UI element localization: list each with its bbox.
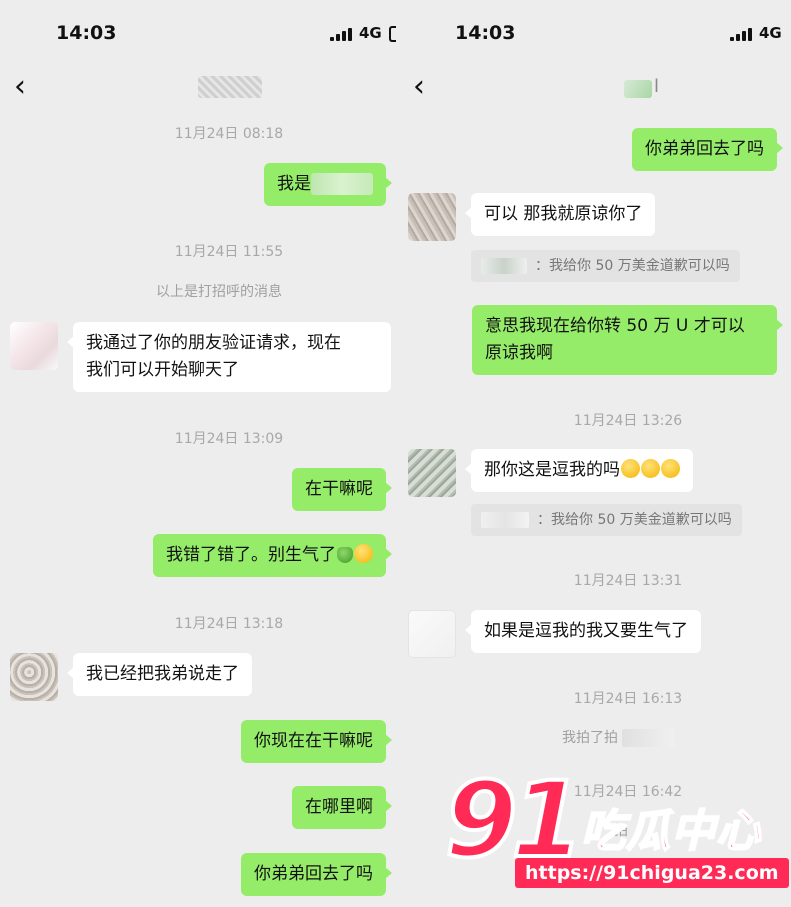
message-bubble-out[interactable]: 你弟弟回去了吗 xyxy=(241,853,392,896)
timestamp: 11月24日 13:26 xyxy=(573,413,683,429)
redacted-name xyxy=(311,173,373,195)
pat-notice: 我拍了拍 xyxy=(562,727,674,747)
message-bubble-out[interactable]: 在哪里啊 xyxy=(292,786,392,829)
message-bubble-out[interactable]: 在干嘛呢 xyxy=(292,468,392,511)
contact-avatar[interactable] xyxy=(10,653,58,701)
watermark-number: 91 xyxy=(443,759,586,881)
network-type: 4G xyxy=(759,24,782,42)
screenshot-collage: 14:03 4G ‹ 11月24日 08:18 我是 11月24日 11:55 … xyxy=(0,0,791,907)
message-bubble-out[interactable]: 我错了错了。别生气了 xyxy=(153,534,392,577)
message-bubble-out[interactable]: 你弟弟回去了吗 xyxy=(632,128,783,171)
message-bubble-in[interactable]: 那你这是逗我的吗 xyxy=(465,449,693,492)
message-bubble-in[interactable]: 我已经把我弟说走了 xyxy=(67,653,252,696)
status-bar: 14:03 4G xyxy=(396,0,791,60)
message-bubble-out[interactable]: 意思我现在给你转 50 万 U 才可以 原谅我啊 xyxy=(472,305,783,375)
redacted-quote-sender xyxy=(481,258,527,274)
timestamp: 11月24日 08:18 xyxy=(174,126,284,142)
contact-name-fragment: l xyxy=(654,76,662,97)
quoted-message[interactable]: ：我给你 50 万美金道歉可以吗 xyxy=(471,250,740,282)
signal-icon xyxy=(330,28,352,41)
timestamp: 11月24日 13:18 xyxy=(174,616,284,632)
watermark-logo: 91 吃瓜中心 https://91chigua23.com xyxy=(443,759,791,907)
emoji-icon xyxy=(661,459,680,478)
emoji-icon xyxy=(354,544,373,563)
emoji-icon xyxy=(641,459,660,478)
contact-name-redacted xyxy=(198,76,262,98)
quoted-message[interactable]: ：我给你 50 万美金道歉可以吗 xyxy=(471,504,742,536)
network-type: 4G xyxy=(359,24,382,42)
contact-avatar[interactable] xyxy=(408,193,456,241)
message-bubble-in[interactable]: 可以 那我就原谅你了 xyxy=(464,193,656,236)
message-bubble-in[interactable]: 如果是逗我的我又要生气了 xyxy=(465,610,701,653)
watermark-name: 吃瓜中心 xyxy=(580,806,761,857)
back-button[interactable]: ‹ xyxy=(14,72,26,102)
message-bubble-in[interactable]: 我通过了你的朋友验证请求，现在 我们可以开始聊天了 xyxy=(67,322,391,392)
contact-avatar[interactable] xyxy=(10,322,58,370)
system-note: 以上是打招呼的消息 xyxy=(156,284,282,300)
emoji-icon xyxy=(337,547,353,563)
timestamp: 11月24日 16:13 xyxy=(573,691,683,707)
battery-icon xyxy=(389,26,396,42)
contact-name-redacted xyxy=(624,80,652,98)
back-button[interactable]: ‹ xyxy=(413,72,425,102)
message-bubble-out[interactable]: 我是 xyxy=(264,163,392,206)
status-bar: 14:03 4G xyxy=(0,0,396,60)
redacted-name xyxy=(622,729,674,747)
status-time: 14:03 xyxy=(455,22,516,44)
contact-avatar[interactable] xyxy=(408,449,456,497)
chat-panel-left: 14:03 4G ‹ 11月24日 08:18 我是 11月24日 11:55 … xyxy=(0,0,396,907)
contact-avatar[interactable] xyxy=(408,610,456,658)
timestamp: 11月24日 13:31 xyxy=(573,573,683,589)
signal-icon xyxy=(730,28,752,41)
message-bubble-out[interactable]: 你现在在干嘛呢 xyxy=(241,720,392,763)
timestamp: 11月24日 13:09 xyxy=(174,431,284,447)
watermark-url: https://91chigua23.com xyxy=(515,858,789,888)
timestamp: 11月24日 11:55 xyxy=(174,244,284,260)
redacted-quote-sender xyxy=(481,512,529,528)
status-time: 14:03 xyxy=(56,22,117,44)
emoji-icon xyxy=(621,459,640,478)
